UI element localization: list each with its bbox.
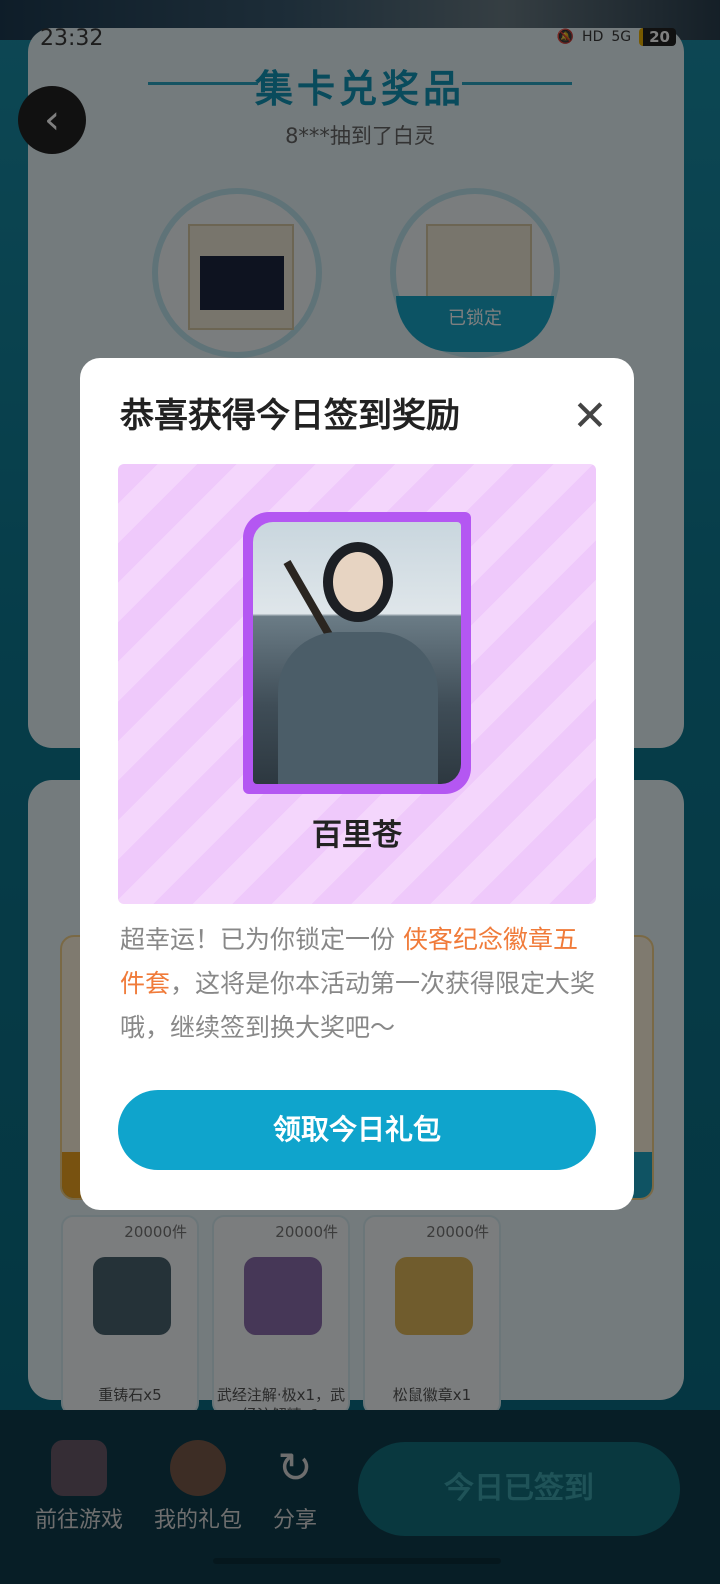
character-head-shape [323, 542, 393, 622]
sign-in-reward-dialog: 恭喜获得今日签到奖励 ✕ 百里苍 超幸运！已为你锁定一份 侠客纪念徽章五件套，这… [80, 358, 634, 1210]
character-card [243, 512, 471, 794]
character-portrait [253, 522, 461, 784]
reward-character-name: 百里苍 [312, 818, 402, 853]
dialog-title: 恭喜获得今日签到奖励 [120, 396, 460, 436]
desc-suffix: ，这将是你本活动第一次获得限定大奖哦，继续签到换大奖吧～ [120, 969, 596, 1042]
close-button[interactable]: ✕ [566, 392, 614, 440]
claim-gift-button[interactable]: 领取今日礼包 [118, 1090, 596, 1170]
character-body-shape [278, 632, 438, 784]
close-icon: ✕ [572, 391, 608, 440]
reward-description: 超幸运！已为你锁定一份 侠客纪念徽章五件套，这将是你本活动第一次获得限定大奖哦，… [120, 918, 600, 1050]
reward-card-panel: 百里苍 [118, 464, 596, 904]
desc-prefix: 超幸运！已为你锁定一份 [120, 925, 403, 954]
